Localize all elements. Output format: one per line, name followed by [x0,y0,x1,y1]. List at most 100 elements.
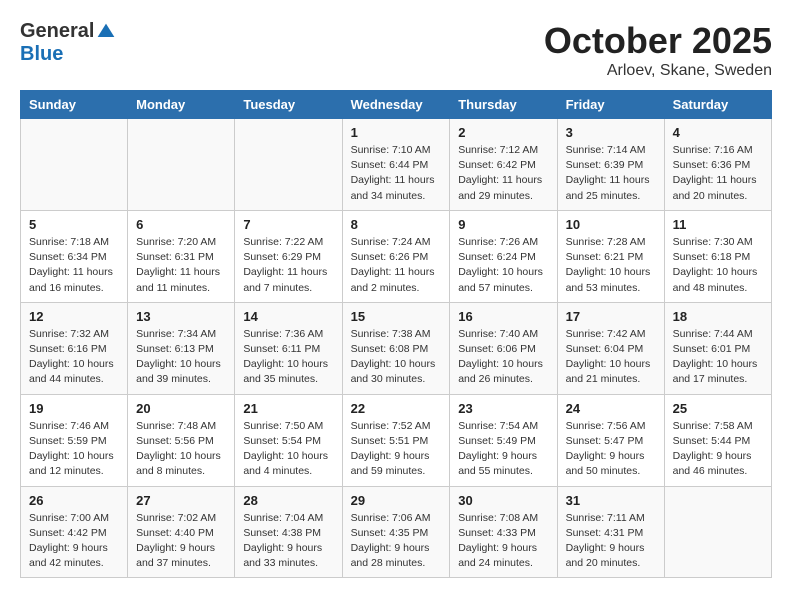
day-number: 12 [29,309,119,324]
calendar-cell: 8 Sunrise: 7:24 AM Sunset: 6:26 PM Daylig… [342,210,450,302]
calendar-cell: 3 Sunrise: 7:14 AM Sunset: 6:39 PM Daylig… [557,119,664,211]
day-number: 14 [243,309,333,324]
day-info: Sunrise: 7:40 AM Sunset: 6:06 PM Dayligh… [458,327,548,388]
logo-icon [96,22,116,42]
calendar-cell: 4 Sunrise: 7:16 AM Sunset: 6:36 PM Daylig… [664,119,771,211]
day-number: 26 [29,493,119,508]
logo-blue-text: Blue [20,43,63,66]
day-info: Sunrise: 7:18 AM Sunset: 6:34 PM Dayligh… [29,235,119,296]
calendar-cell: 9 Sunrise: 7:26 AM Sunset: 6:24 PM Daylig… [450,210,557,302]
calendar-cell: 2 Sunrise: 7:12 AM Sunset: 6:42 PM Daylig… [450,119,557,211]
calendar-cell: 26 Sunrise: 7:00 AM Sunset: 4:42 PM Dayli… [21,486,128,578]
day-info: Sunrise: 7:00 AM Sunset: 4:42 PM Dayligh… [29,511,119,572]
location-text: Arloev, Skane, Sweden [544,62,772,80]
calendar-week-row: 1Sunrise: 7:10 AM Sunset: 6:44 PM Daylig… [21,119,772,211]
calendar-cell: 6 Sunrise: 7:20 AM Sunset: 6:31 PM Daylig… [128,210,235,302]
day-number: 18 [673,309,763,324]
calendar-cell: 29Sunrise: 7:06 AM Sunset: 4:35 PM Dayli… [342,486,450,578]
day-number: 10 [566,217,656,232]
day-info: Sunrise: 7:10 AM Sunset: 6:44 PM Dayligh… [351,143,442,204]
day-info: Sunrise: 7:26 AM Sunset: 6:24 PM Dayligh… [458,235,548,296]
day-info: Sunrise: 7:12 AM Sunset: 6:42 PM Dayligh… [458,143,548,204]
title-block: October 2025 Arloev, Skane, Sweden [544,20,772,80]
day-info: Sunrise: 7:16 AM Sunset: 6:36 PM Dayligh… [673,143,763,204]
day-number: 24 [566,401,656,416]
day-number: 19 [29,401,119,416]
page-header: General Blue October 2025 Arloev, Skane,… [20,20,772,80]
day-number: 2 [458,125,548,140]
weekday-header: Friday [557,91,664,119]
day-info: Sunrise: 7:30 AM Sunset: 6:18 PM Dayligh… [673,235,763,296]
day-info: Sunrise: 7:14 AM Sunset: 6:39 PM Dayligh… [566,143,656,204]
logo-general-text: General [20,20,94,43]
calendar-header-row: SundayMondayTuesdayWednesdayThursdayFrid… [21,91,772,119]
calendar-cell: 13Sunrise: 7:34 AM Sunset: 6:13 PM Dayli… [128,302,235,394]
calendar-week-row: 19 Sunrise: 7:46 AM Sunset: 5:59 PM Dayli… [21,394,772,486]
calendar-cell [235,119,342,211]
day-number: 20 [136,401,226,416]
day-info: Sunrise: 7:36 AM Sunset: 6:11 PM Dayligh… [243,327,333,388]
day-number: 8 [351,217,442,232]
day-info: Sunrise: 7:58 AM Sunset: 5:44 PM Dayligh… [673,419,763,480]
day-number: 31 [566,493,656,508]
day-number: 5 [29,217,119,232]
day-info: Sunrise: 7:56 AM Sunset: 5:47 PM Dayligh… [566,419,656,480]
calendar-cell: 7Sunrise: 7:22 AM Sunset: 6:29 PM Daylig… [235,210,342,302]
day-info: Sunrise: 7:44 AM Sunset: 6:01 PM Dayligh… [673,327,763,388]
weekday-header: Sunday [21,91,128,119]
calendar-cell: 19 Sunrise: 7:46 AM Sunset: 5:59 PM Dayli… [21,394,128,486]
calendar-cell: 5 Sunrise: 7:18 AM Sunset: 6:34 PM Daylig… [21,210,128,302]
day-info: Sunrise: 7:46 AM Sunset: 5:59 PM Dayligh… [29,419,119,480]
day-info: Sunrise: 7:42 AM Sunset: 6:04 PM Dayligh… [566,327,656,388]
day-number: 30 [458,493,548,508]
calendar-cell: 21 Sunrise: 7:50 AM Sunset: 5:54 PM Dayli… [235,394,342,486]
calendar-cell: 30 Sunrise: 7:08 AM Sunset: 4:33 PM Dayli… [450,486,557,578]
day-number: 22 [351,401,442,416]
day-info: Sunrise: 7:04 AM Sunset: 4:38 PM Dayligh… [243,511,333,572]
calendar-cell: 11 Sunrise: 7:30 AM Sunset: 6:18 PM Dayli… [664,210,771,302]
weekday-header: Monday [128,91,235,119]
calendar-cell: 15 Sunrise: 7:38 AM Sunset: 6:08 PM Dayli… [342,302,450,394]
calendar-cell: 23Sunrise: 7:54 AM Sunset: 5:49 PM Dayli… [450,394,557,486]
calendar-cell: 24 Sunrise: 7:56 AM Sunset: 5:47 PM Dayli… [557,394,664,486]
day-info: Sunrise: 7:20 AM Sunset: 6:31 PM Dayligh… [136,235,226,296]
day-info: Sunrise: 7:52 AM Sunset: 5:51 PM Dayligh… [351,419,442,480]
day-number: 6 [136,217,226,232]
month-title: October 2025 [544,20,772,62]
day-number: 27 [136,493,226,508]
calendar-week-row: 26 Sunrise: 7:00 AM Sunset: 4:42 PM Dayli… [21,486,772,578]
day-number: 15 [351,309,442,324]
day-info: Sunrise: 7:48 AM Sunset: 5:56 PM Dayligh… [136,419,226,480]
calendar-cell: 14 Sunrise: 7:36 AM Sunset: 6:11 PM Dayli… [235,302,342,394]
calendar-cell [21,119,128,211]
calendar-cell: 12Sunrise: 7:32 AM Sunset: 6:16 PM Dayli… [21,302,128,394]
day-number: 25 [673,401,763,416]
calendar-week-row: 12Sunrise: 7:32 AM Sunset: 6:16 PM Dayli… [21,302,772,394]
day-number: 3 [566,125,656,140]
day-info: Sunrise: 7:02 AM Sunset: 4:40 PM Dayligh… [136,511,226,572]
day-number: 9 [458,217,548,232]
day-number: 21 [243,401,333,416]
day-info: Sunrise: 7:54 AM Sunset: 5:49 PM Dayligh… [458,419,548,480]
day-info: Sunrise: 7:08 AM Sunset: 4:33 PM Dayligh… [458,511,548,572]
calendar-cell: 1Sunrise: 7:10 AM Sunset: 6:44 PM Daylig… [342,119,450,211]
calendar-cell: 20 Sunrise: 7:48 AM Sunset: 5:56 PM Dayli… [128,394,235,486]
day-info: Sunrise: 7:38 AM Sunset: 6:08 PM Dayligh… [351,327,442,388]
calendar-cell [128,119,235,211]
calendar-cell: 16 Sunrise: 7:40 AM Sunset: 6:06 PM Dayli… [450,302,557,394]
day-info: Sunrise: 7:22 AM Sunset: 6:29 PM Dayligh… [243,235,333,296]
logo: General Blue [20,20,116,66]
calendar-cell: 31Sunrise: 7:11 AM Sunset: 4:31 PM Dayli… [557,486,664,578]
weekday-header: Wednesday [342,91,450,119]
day-info: Sunrise: 7:50 AM Sunset: 5:54 PM Dayligh… [243,419,333,480]
calendar-cell [664,486,771,578]
calendar-cell: 27 Sunrise: 7:02 AM Sunset: 4:40 PM Dayli… [128,486,235,578]
weekday-header: Thursday [450,91,557,119]
day-number: 16 [458,309,548,324]
day-info: Sunrise: 7:28 AM Sunset: 6:21 PM Dayligh… [566,235,656,296]
calendar-cell: 22 Sunrise: 7:52 AM Sunset: 5:51 PM Dayli… [342,394,450,486]
calendar-cell: 17Sunrise: 7:42 AM Sunset: 6:04 PM Dayli… [557,302,664,394]
day-number: 11 [673,217,763,232]
day-number: 4 [673,125,763,140]
day-info: Sunrise: 7:24 AM Sunset: 6:26 PM Dayligh… [351,235,442,296]
